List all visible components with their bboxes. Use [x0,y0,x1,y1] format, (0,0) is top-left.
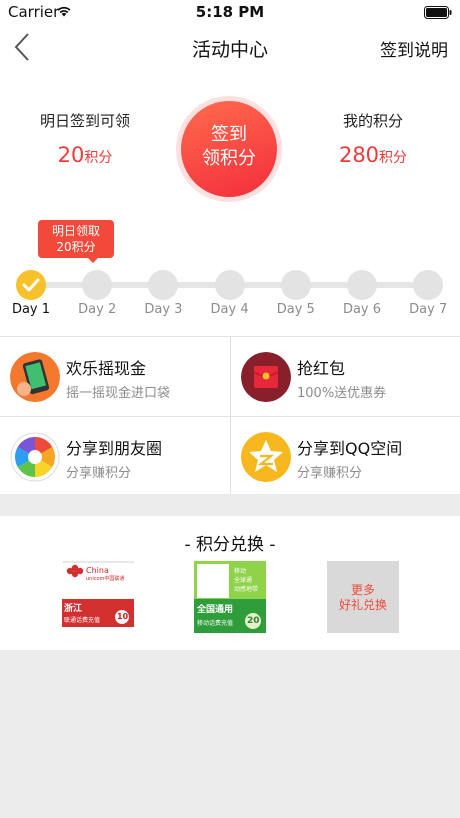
tomorrow-points-unit: 积分 [84,150,113,166]
day-label: Day 3 [144,302,183,317]
mobile-desc: 移动话费充值 [197,620,234,627]
activity-subtitle: 分享赚积分 [66,466,132,481]
day-dot [148,270,179,300]
exchange-card-unicom[interactable]: China unicom中国联通 浙江 联通话费充值 10 [62,561,134,633]
exchange-title: - 积分兑换 - [184,535,276,555]
tomorrow-points: 明日签到可领 20积分 [10,110,160,167]
activity-title: 抢红包 [297,359,346,378]
my-points-unit: 积分 [379,150,408,166]
mobile-banner: 全国通用 [197,605,234,615]
day-label: Day 4 [210,302,249,317]
tomorrow-points-label: 明日签到可领 [39,112,130,130]
unicom-region: 浙江 [64,604,83,614]
next-reward-tooltip: 明日领取 20积分 [38,220,114,258]
day-label: Day 2 [78,302,117,317]
activity-share-qzone[interactable]: 分享到QQ空间 分享赚积分 [231,418,451,496]
signin-rules-button[interactable]: 签到说明 [380,36,448,61]
qzone-icon [241,432,291,482]
mobile-tag-1: 移动 [234,568,247,575]
day-dot [82,270,113,300]
day-label: Day 7 [409,302,448,317]
my-points-label: 我的积分 [342,112,403,130]
mobile-value: 20 [247,616,260,626]
red-envelope-icon [241,352,291,402]
activity-subtitle: 分享赚积分 [297,466,363,481]
tooltip-line2: 20积分 [56,240,96,254]
status-bar: Carrier 5:18 PM [0,0,460,24]
signin-button-line1: 签到 [211,124,247,145]
activity-subtitle: 100%送优惠券 [297,386,387,401]
signin-panel: 明日签到可领 20积分 签到 领积分 我的积分 280积分 明日领取 20积分 … [0,70,460,494]
more-line2: 好礼兑换 [338,598,387,612]
day-label: Day 5 [276,302,315,317]
exchange-card-mobile[interactable]: 移动 全球通 动感地带 全国通用 移动话费充值 20 [194,561,266,633]
exchange-card-more[interactable]: 更多 好礼兑换 [327,561,399,633]
points-exchange-section: - 积分兑换 - China unicom中国联通 浙江 联通话费充值 10 移… [0,516,460,650]
day-dot [214,270,245,300]
day-label: Day 1 [11,302,51,317]
nav-bar: 活动中心 签到说明 [0,24,460,70]
unicom-value: 10 [117,612,129,621]
my-points-number: 280 [338,143,380,167]
tooltip-line1: 明日领取 [51,224,100,238]
mobile-tag-2: 全球通 [234,577,253,584]
activity-title: 分享到朋友圈 [66,439,163,458]
tooltip-arrow [87,257,99,263]
unicom-brand: China [86,566,109,575]
tomorrow-points-value: 20积分 [10,143,160,167]
signin-button-line2: 领积分 [202,148,256,169]
mobile-tag-3: 动感地带 [234,586,259,593]
day-dot [413,270,444,300]
more-line1: 更多 [350,583,375,597]
day-dot-completed [16,270,46,300]
activity-shake-cash[interactable]: 欢乐摇现金 摇一摇现金进口袋 [0,338,220,416]
tomorrow-points-number: 20 [57,143,85,167]
day-dot [347,270,377,300]
my-points-value: 280积分 [298,143,448,167]
unicom-desc: 联通话费充值 [64,617,101,624]
activity-red-envelope[interactable]: 抢红包 100%送优惠券 [231,338,451,416]
activity-title: 欢乐摇现金 [66,359,147,378]
checkmark-icon [22,278,40,292]
unicom-brand-cn: unicom中国联通 [86,576,125,582]
signin-button[interactable]: 签到 领积分 [181,101,277,197]
battery-icon [424,6,452,19]
activity-subtitle: 摇一摇现金进口袋 [66,386,171,401]
moments-icon [10,432,60,482]
day-dot [280,270,311,300]
activity-share-moments[interactable]: 分享到朋友圈 分享赚积分 [0,418,220,496]
activity-title: 分享到QQ空间 [297,439,403,458]
shake-phone-icon [10,352,60,402]
day-label: Day 6 [342,302,382,317]
status-time: 5:18 PM [195,3,265,21]
my-points: 我的积分 280积分 [298,110,448,167]
